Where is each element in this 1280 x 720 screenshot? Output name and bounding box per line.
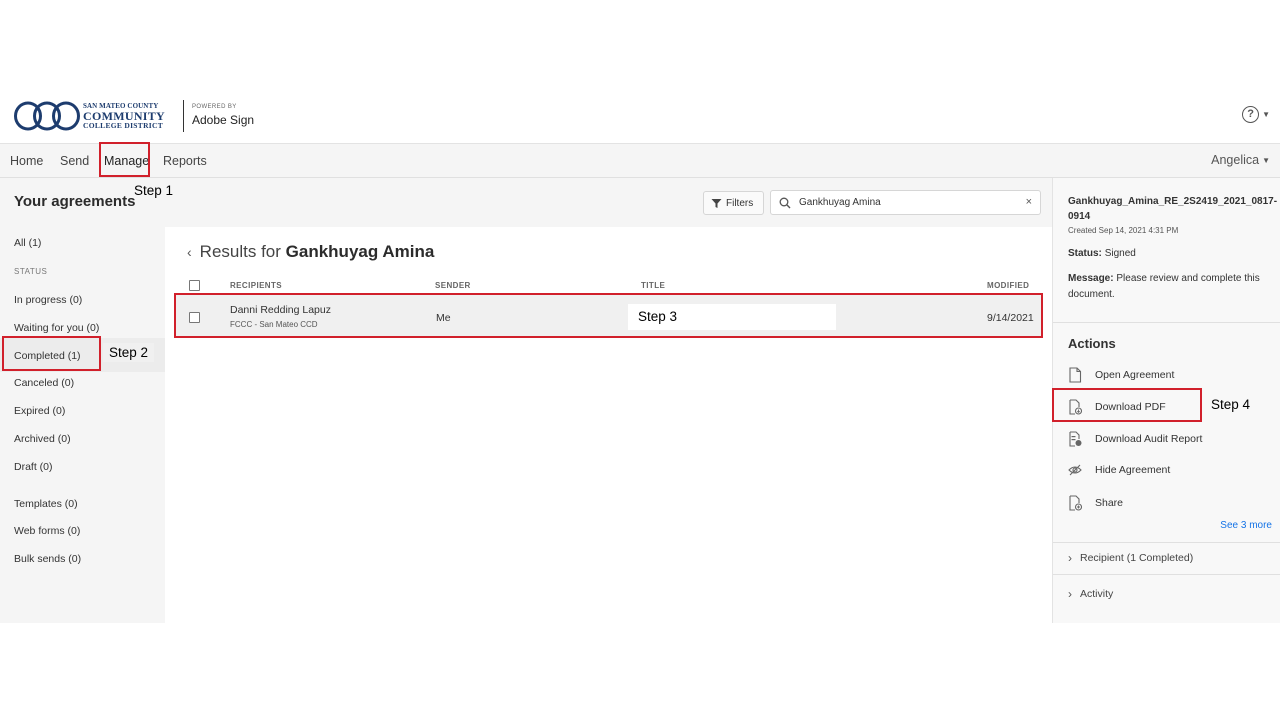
- step-1-highlight: [99, 142, 150, 177]
- divider: [1053, 574, 1280, 575]
- rings-logo-icon: [14, 101, 80, 131]
- nav-send[interactable]: Send: [60, 154, 89, 168]
- recipient-section-toggle[interactable]: › Recipient (1 Completed): [1068, 551, 1193, 565]
- step-1-annotation: Step 1: [134, 183, 174, 198]
- top-nav: Home Send Manage Reports Angelica ▼: [0, 143, 1280, 178]
- chevron-down-icon: ▼: [1262, 155, 1270, 165]
- activity-section-toggle[interactable]: › Activity: [1068, 587, 1113, 601]
- main-content: Filters Gankhuyag Amina × ‹ Results for …: [165, 178, 1052, 623]
- open-agreement-action[interactable]: Open Agreement: [1068, 367, 1174, 383]
- chevron-down-icon: ▼: [1262, 110, 1270, 119]
- logo-line-2: COMMUNITY: [83, 108, 166, 123]
- document-icon: [1069, 367, 1082, 383]
- sidebar-item-bulk-sends[interactable]: Bulk sends (0): [14, 553, 81, 565]
- status-line: Status: Signed: [1068, 246, 1268, 262]
- select-all-checkbox[interactable]: [189, 280, 200, 291]
- filters-label: Filters: [726, 197, 754, 209]
- sidebar-title: Your agreements: [14, 193, 136, 210]
- user-name: Angelica: [1211, 153, 1260, 167]
- share-label: Share: [1095, 497, 1124, 509]
- powered-by-adobe-sign: POWERED BY Adobe Sign: [183, 100, 254, 132]
- search-value: Gankhuyag Amina: [799, 197, 881, 208]
- agreements-sidebar: Your agreements All (1) STATUS In progre…: [0, 178, 165, 623]
- message-line: Message: Please review and complete this…: [1068, 271, 1268, 303]
- logo-line-3: COLLEGE DISTRICT: [83, 120, 164, 130]
- status-label: Status:: [1068, 248, 1102, 259]
- chevron-right-icon: ›: [1068, 551, 1072, 565]
- back-chevron-icon[interactable]: ‹: [187, 244, 192, 260]
- column-header-modified[interactable]: MODIFIED: [987, 281, 1029, 290]
- results-heading: ‹ Results for Gankhuyag Amina: [187, 242, 434, 262]
- nav-home[interactable]: Home: [10, 154, 43, 168]
- nav-reports[interactable]: Reports: [163, 154, 207, 168]
- step-4-annotation: Step 4: [1211, 397, 1251, 412]
- app-header: SAN MATEO COUNTY COMMUNITY COLLEGE DISTR…: [0, 90, 1280, 143]
- divider: [1053, 322, 1280, 323]
- clear-search-icon[interactable]: ×: [1026, 196, 1032, 208]
- results-prefix: Results for: [199, 242, 281, 261]
- filter-icon: [711, 198, 722, 208]
- message-label: Message:: [1068, 273, 1114, 284]
- product-name: Adobe Sign: [192, 113, 255, 127]
- help-menu[interactable]: ? ▼: [1242, 106, 1270, 123]
- column-header-sender[interactable]: SENDER: [435, 281, 471, 290]
- results-query: Gankhuyag Amina: [285, 242, 435, 261]
- share-action[interactable]: Share: [1068, 495, 1123, 511]
- help-icon: ?: [1242, 106, 1260, 123]
- status-value: Signed: [1104, 248, 1136, 259]
- recipient-section-label: Recipient (1 Completed): [1080, 552, 1194, 564]
- hide-agreement-label: Hide Agreement: [1095, 464, 1171, 476]
- column-header-title[interactable]: TITLE: [641, 281, 665, 290]
- agreement-title: Gankhuyag_Amina_RE_2S2419_2021_0817-0914: [1068, 196, 1278, 222]
- actions-heading: Actions: [1068, 336, 1116, 351]
- search-icon: [779, 197, 791, 208]
- district-logo[interactable]: SAN MATEO COUNTY COMMUNITY COLLEGE DISTR…: [14, 99, 165, 133]
- sidebar-item-archived[interactable]: Archived (0): [14, 433, 71, 445]
- eye-hidden-icon: [1068, 464, 1082, 476]
- open-agreement-label: Open Agreement: [1095, 369, 1175, 381]
- search-input[interactable]: Gankhuyag Amina ×: [770, 190, 1041, 215]
- hide-agreement-action[interactable]: Hide Agreement: [1068, 463, 1170, 477]
- download-audit-report-label: Download Audit Report: [1095, 433, 1203, 445]
- filters-button[interactable]: Filters: [703, 191, 764, 215]
- sidebar-item-waiting[interactable]: Waiting for you (0): [14, 322, 99, 334]
- activity-section-label: Activity: [1080, 588, 1114, 600]
- user-menu[interactable]: Angelica ▼: [1211, 153, 1270, 167]
- download-audit-report-action[interactable]: Download Audit Report: [1068, 431, 1202, 447]
- share-icon: [1069, 495, 1082, 511]
- sidebar-item-expired[interactable]: Expired (0): [14, 405, 65, 417]
- step-2-annotation: Step 2: [103, 343, 155, 362]
- status-heading: STATUS: [14, 267, 48, 276]
- column-header-recipients[interactable]: RECIPIENTS: [230, 281, 282, 290]
- step-2-highlight: [2, 336, 101, 371]
- sidebar-item-all[interactable]: All (1): [14, 237, 41, 249]
- sidebar-item-in-progress[interactable]: In progress (0): [14, 294, 82, 306]
- audit-report-icon: [1069, 431, 1082, 447]
- step-4-highlight: [1052, 388, 1202, 422]
- divider: [1053, 542, 1280, 543]
- sidebar-item-templates[interactable]: Templates (0): [14, 498, 78, 510]
- see-more-link[interactable]: See 3 more: [1220, 520, 1272, 531]
- sidebar-item-canceled[interactable]: Canceled (0): [14, 377, 74, 389]
- adobe-sign-app: SAN MATEO COUNTY COMMUNITY COLLEGE DISTR…: [0, 90, 1280, 623]
- sidebar-item-web-forms[interactable]: Web forms (0): [14, 525, 80, 537]
- chevron-right-icon: ›: [1068, 587, 1072, 601]
- created-date: Created Sep 14, 2021 4:31 PM: [1068, 226, 1179, 235]
- powered-by-label: POWERED BY: [192, 104, 237, 110]
- sidebar-item-draft[interactable]: Draft (0): [14, 461, 53, 473]
- step-3-highlight: [174, 293, 1043, 338]
